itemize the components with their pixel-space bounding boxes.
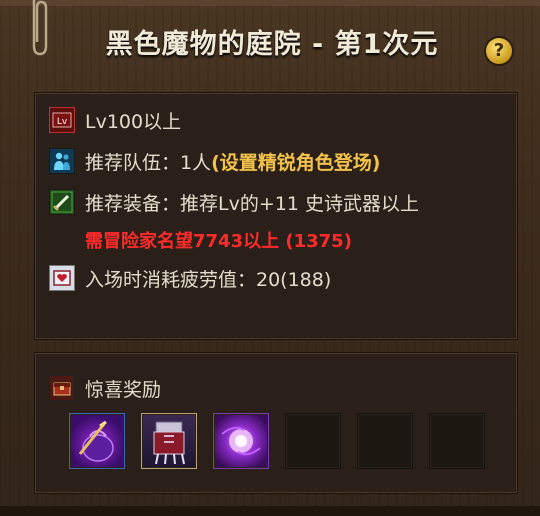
- elite-character-note: (设置精锐角色登场): [211, 151, 381, 174]
- reward-slot-3[interactable]: [213, 413, 269, 469]
- reward-slot-2[interactable]: [141, 413, 197, 469]
- svg-text:Lv: Lv: [57, 117, 68, 127]
- sack-item-icon: [78, 420, 114, 462]
- paperclip-icon: [32, 0, 48, 56]
- orb-item-icon: [221, 426, 261, 456]
- party-row: 推荐队伍：1人 (设置精锐角色登场): [49, 146, 380, 176]
- fame-requirement: 需冒险家名望7743以上 (1375): [85, 231, 352, 252]
- fatigue-icon: [49, 265, 75, 291]
- fame-row: 需冒险家名望7743以上 (1375): [85, 225, 352, 255]
- armor-item-icon: [153, 421, 185, 465]
- help-icon[interactable]: ?: [486, 38, 512, 64]
- level-requirement: Lv100以上: [85, 110, 182, 133]
- panel-bottom-edge: [0, 506, 540, 516]
- fatigue-row: 入场时消耗疲劳值：20(188): [49, 263, 331, 293]
- party-recommendation: 推荐队伍：1人: [85, 151, 212, 174]
- level-icon: Lv: [49, 107, 75, 133]
- requirements-box: Lv Lv100以上 推荐队伍：1人 (设置精锐角色登场) 推荐装备：推荐Lv的…: [34, 92, 518, 340]
- fatigue-cost: 入场时消耗疲劳值：20(188): [85, 268, 332, 291]
- panel-top-edge: [0, 0, 540, 6]
- party-icon: [49, 148, 75, 174]
- sword-icon: [49, 189, 75, 215]
- gear-recommendation: 推荐装备：推荐Lv的+11 史诗武器以上: [85, 192, 419, 215]
- reward-slot-6: [429, 413, 485, 469]
- level-row: Lv Lv100以上: [49, 105, 181, 135]
- gear-row: 推荐装备：推荐Lv的+11 史诗武器以上: [49, 187, 419, 217]
- reward-slot-4: [285, 413, 341, 469]
- dungeon-info-panel: 黑色魔物的庭院 - 第1次元 ? Lv Lv100以上 推荐队伍：1人 (设置精…: [0, 0, 540, 516]
- surprise-rewards-box: 惊喜奖励: [34, 352, 518, 494]
- reward-slot-5: [357, 413, 413, 469]
- reward-slot-1[interactable]: [69, 413, 125, 469]
- rewards-label: 惊喜奖励: [85, 378, 162, 401]
- rewards-header: 惊喜奖励: [49, 373, 161, 403]
- chest-icon: [49, 375, 75, 401]
- dungeon-title: 黑色魔物的庭院 - 第1次元: [105, 29, 439, 60]
